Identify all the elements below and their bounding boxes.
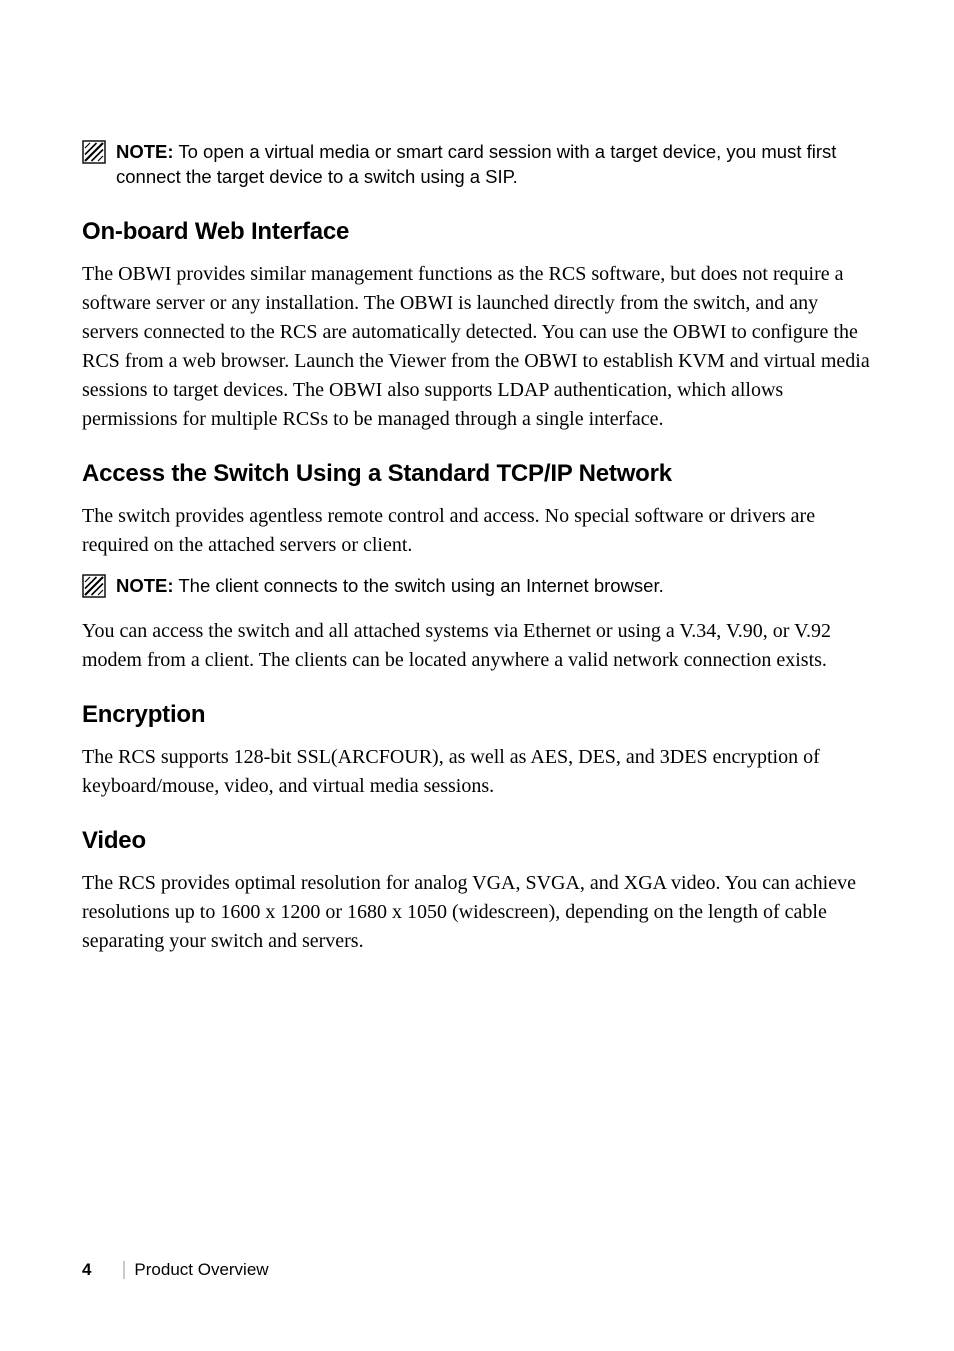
heading-access-switch: Access the Switch Using a Standard TCP/I… xyxy=(82,460,872,488)
note-text: NOTE: To open a virtual media or smart c… xyxy=(116,140,872,190)
body-access-switch-1: The switch provides agentless remote con… xyxy=(82,502,872,560)
note-body: The client connects to the switch using … xyxy=(174,575,664,596)
note-callout: NOTE: The client connects to the switch … xyxy=(82,574,872,599)
note-body: To open a virtual media or smart card se… xyxy=(116,141,836,187)
heading-video: Video xyxy=(82,827,872,855)
page-number: 4 xyxy=(82,1260,91,1280)
body-access-switch-2: You can access the switch and all attach… xyxy=(82,617,872,675)
note-label: NOTE: xyxy=(116,141,174,162)
heading-encryption: Encryption xyxy=(82,701,872,729)
note-text: NOTE: The client connects to the switch … xyxy=(116,574,664,599)
note-icon xyxy=(82,140,106,164)
page-footer: 4 | Product Overview xyxy=(82,1259,269,1281)
body-video: The RCS provides optimal resolution for … xyxy=(82,869,872,956)
note-label: NOTE: xyxy=(116,575,174,596)
footer-divider: | xyxy=(121,1259,126,1281)
note-icon xyxy=(82,574,106,598)
body-onboard-web-interface: The OBWI provides similar management fun… xyxy=(82,260,872,434)
document-page: NOTE: To open a virtual media or smart c… xyxy=(0,0,954,1351)
note-callout: NOTE: To open a virtual media or smart c… xyxy=(82,140,872,190)
body-encryption: The RCS supports 128-bit SSL(ARCFOUR), a… xyxy=(82,743,872,801)
heading-onboard-web-interface: On-board Web Interface xyxy=(82,218,872,246)
footer-section-title: Product Overview xyxy=(134,1260,268,1280)
